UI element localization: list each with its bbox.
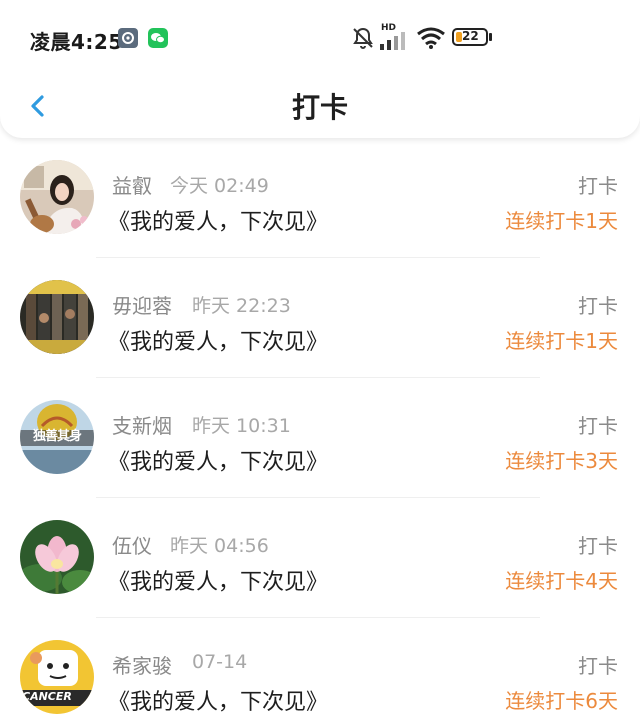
wifi-icon (417, 27, 445, 49)
checkin-screen: 凌晨4:25 HD 22 打卡 益叡 今天 02:49 《我的爱人，下次见》 打… (0, 0, 640, 728)
balloon-avatar[interactable]: 独善其身 (20, 400, 94, 474)
wechat-notification-icon (148, 28, 168, 48)
user-name: 伍仪 (112, 534, 152, 558)
signal-icon (380, 32, 405, 50)
checkin-label: 打卡 (578, 414, 618, 438)
checkin-label: 打卡 (578, 654, 618, 678)
mute-bell-icon (353, 27, 373, 49)
page-title: 打卡 (291, 91, 348, 124)
checkin-label: 打卡 (578, 174, 618, 198)
streak-badge: 连续打卡6天 (505, 689, 618, 713)
settings-notification-icon (118, 28, 138, 48)
streak-badge: 连续打卡4天 (505, 569, 618, 593)
book-title: 《我的爱人，下次见》 (108, 330, 329, 355)
user-name: 希家骏 (112, 654, 172, 678)
checkin-time: 昨天 10:31 (192, 415, 291, 437)
checkin-label: 打卡 (578, 534, 618, 558)
book-title: 《我的爱人，下次见》 (108, 210, 329, 235)
checkin-time: 昨天 22:23 (192, 295, 291, 317)
list-item[interactable]: 益叡 今天 02:49 《我的爱人，下次见》 打卡 连续打卡1天 (0, 138, 640, 258)
list-item[interactable]: 伍仪 昨天 04:56 《我的爱人，下次见》 打卡 连续打卡4天 (0, 498, 640, 618)
battery-tip (489, 33, 492, 41)
book-title: 《我的爱人，下次见》 (108, 450, 329, 475)
checkin-label: 打卡 (578, 294, 618, 318)
status-time: 凌晨4:25 (30, 30, 123, 54)
user-name: 支新烟 (112, 414, 172, 438)
checkin-list: 益叡 今天 02:49 《我的爱人，下次见》 打卡 连续打卡1天 毋迎蓉 昨天 … (0, 138, 640, 728)
list-item[interactable]: CANCER 希家骏 07-14 《我的爱人，下次见》 打卡 连续打卡6天 (0, 618, 640, 728)
streak-badge: 连续打卡3天 (505, 449, 618, 473)
book-title: 《我的爱人，下次见》 (108, 690, 329, 715)
nav-bar: 打卡 (0, 76, 640, 136)
avatar-caption: CANCER (22, 690, 72, 703)
list-item[interactable]: 独善其身 支新烟 昨天 10:31 《我的爱人，下次见》 打卡 连续打卡3天 (0, 378, 640, 498)
list-item[interactable]: 毋迎蓉 昨天 22:23 《我的爱人，下次见》 打卡 连续打卡1天 (0, 258, 640, 378)
user-name: 毋迎蓉 (112, 294, 172, 318)
lotus-avatar[interactable] (20, 520, 94, 594)
user-name: 益叡 (112, 174, 152, 198)
girl-guitar-avatar[interactable] (20, 160, 94, 234)
header: 凌晨4:25 HD 22 打卡 (0, 0, 640, 138)
book-title: 《我的爱人，下次见》 (108, 570, 329, 595)
checkin-time: 07-14 (192, 651, 248, 673)
status-bar: 凌晨4:25 HD 22 (0, 0, 640, 76)
cancer-cartoon-avatar[interactable]: CANCER (20, 640, 94, 714)
battery-level: 22 (462, 29, 479, 43)
checkin-time: 昨天 04:56 (170, 535, 269, 557)
checkin-time: 今天 02:49 (170, 175, 269, 197)
poster-avatar[interactable] (20, 280, 94, 354)
streak-badge: 连续打卡1天 (505, 329, 618, 353)
battery-icon: 22 (452, 28, 488, 46)
avatar-caption: 独善其身 (32, 429, 82, 444)
streak-badge: 连续打卡1天 (505, 209, 618, 233)
